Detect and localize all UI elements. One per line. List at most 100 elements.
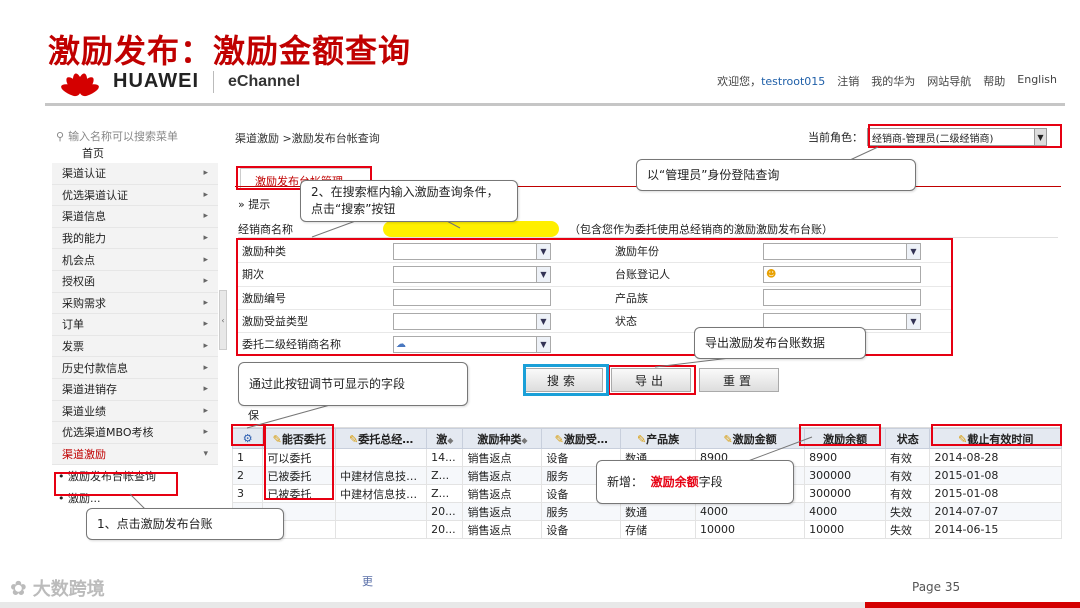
sidebar-item-incentive[interactable]: 渠道激励 ▾: [52, 443, 218, 466]
cell: 服务: [541, 502, 622, 521]
col-header-incentive-type[interactable]: 激励种类◆: [462, 428, 543, 449]
sidebar-item-channel-info[interactable]: 渠道信息 ▸: [52, 206, 218, 228]
cell: 存储: [620, 520, 696, 539]
sidebar-item-purchase[interactable]: 采购需求 ▸: [52, 292, 218, 315]
english-link[interactable]: English: [1017, 73, 1057, 89]
col-header-product-family[interactable]: ✎产品族: [620, 428, 696, 449]
cell: 2014-06-15: [929, 520, 1062, 539]
logout-link[interactable]: 注销: [837, 73, 859, 89]
menu-search-input[interactable]: ⚲ 输入名称可以搜索菜单: [52, 127, 218, 145]
cell: 中建材信息技…: [335, 466, 428, 485]
save-link[interactable]: 保: [248, 407, 259, 423]
cell: 20...: [426, 520, 464, 539]
search-highlight-box: [523, 364, 609, 396]
hint-text: » 提示: [238, 198, 271, 211]
cell: 10000: [804, 520, 887, 539]
chevron-right-icon: ▸: [203, 211, 208, 222]
header-links: 欢迎您，testroot015 注销 我的华为 网站导航 帮助 English: [717, 73, 1057, 89]
expiry-highlight-box: [931, 424, 1062, 446]
cell: 300000: [804, 466, 887, 485]
col-header-incentive-id[interactable]: 激◆: [426, 428, 464, 449]
welcome-text: 欢迎您，: [717, 75, 762, 88]
col-header-beneficiary[interactable]: ✎激励受…: [541, 428, 622, 449]
sidebar-item-opportunity[interactable]: 机会点 ▸: [52, 249, 218, 271]
search-icon: ⚲: [56, 129, 65, 143]
cell: Z...: [426, 484, 464, 503]
col-header-incentive-amount[interactable]: ✎激励金额: [694, 428, 806, 449]
sidebar-item-orders[interactable]: 订单 ▸: [52, 314, 218, 336]
site-nav-link[interactable]: 网站导航: [927, 73, 971, 89]
cell: 销售返点: [462, 520, 543, 539]
huawei-logo: HUAWEI eChannel: [55, 70, 301, 98]
col-header-delegate-dealer[interactable]: ✎委托总经…: [335, 428, 428, 449]
brand-name: HUAWEI: [113, 70, 199, 92]
sidebar-item-my-ability[interactable]: 我的能力 ▸: [52, 227, 218, 250]
cell: 300000: [804, 484, 887, 503]
chevron-right-icon: ▸: [203, 189, 208, 200]
pencil-icon: ✎: [636, 432, 647, 446]
sidebar-item-performance[interactable]: 渠道业绩 ▸: [52, 400, 218, 423]
table-row[interactable]: 20... 销售返点 服务 数通 4000 4000 失效 2014-07-07: [231, 502, 1062, 521]
sidebar-item-channel-cert[interactable]: 渠道认证 ▸: [52, 163, 218, 185]
sidebar-item-authorization[interactable]: 授权函 ▸: [52, 270, 218, 293]
cell: 2015-01-08: [929, 484, 1062, 503]
cell: 中建材信息技…: [335, 484, 428, 503]
pencil-icon: ✎: [348, 432, 359, 446]
breadcrumb: 渠道激励 >激励发布台帐查询: [235, 132, 380, 145]
sidebar-item-home[interactable]: 首页: [52, 145, 218, 163]
callout-new-field: 新增： 激励余额字段: [596, 460, 794, 504]
help-link[interactable]: 帮助: [983, 73, 1005, 89]
role-label: 当前角色：: [808, 131, 863, 144]
cell: 销售返点: [462, 466, 543, 485]
col-header-status[interactable]: 状态: [885, 428, 931, 449]
pencil-icon: ✎: [554, 432, 564, 446]
cell: 失效: [885, 520, 931, 539]
cell: 2: [231, 466, 264, 485]
sort-icon: ◆: [521, 435, 528, 445]
dealer-note: （包含您作为委托使用总经销商的激励激励发布台账）: [569, 222, 833, 236]
chevron-right-icon: ▸: [203, 405, 208, 416]
sidebar-item-payment-history[interactable]: 历史付款信息 ▸: [52, 357, 218, 379]
cell: 10000: [694, 520, 806, 539]
sidebar: ⚲ 输入名称可以搜索菜单 首页 渠道认证 ▸ 优选渠道认证 ▸ 渠道信息 ▸ 我的能力…: [52, 127, 218, 509]
balance-highlight-box: [799, 424, 881, 446]
cell: 设备: [541, 520, 622, 539]
reset-button[interactable]: 重置: [699, 368, 779, 392]
cell: 2014-08-28: [929, 448, 1062, 467]
cell: 有效: [885, 484, 931, 503]
chevron-right-icon: ▸: [203, 297, 208, 308]
cell: [335, 502, 428, 521]
cell: 8900: [804, 448, 887, 467]
my-huawei-link[interactable]: 我的华为: [871, 73, 915, 89]
bottom-accent: [865, 602, 1080, 608]
user-link[interactable]: testroot015: [761, 75, 825, 88]
app-name: eChannel: [228, 72, 301, 90]
sidebar-item-preferred-cert[interactable]: 优选渠道认证 ▸: [52, 184, 218, 207]
sort-icon: ◆: [447, 435, 454, 445]
export-highlight-box: [608, 365, 696, 395]
chevron-right-icon: ▸: [203, 276, 208, 287]
cell: 3: [231, 484, 264, 503]
app-header: HUAWEI eChannel 欢迎您，testroot015 注销 我的华为 …: [45, 66, 1065, 106]
page-number: Page 35: [912, 580, 961, 594]
cell: 有效: [885, 466, 931, 485]
footer-text: 更: [362, 575, 373, 588]
chevron-right-icon: ▸: [203, 254, 208, 265]
ledger-menu-highlight-box: [54, 472, 178, 496]
role-highlight-box: [868, 124, 1062, 148]
cell: 有效: [885, 448, 931, 467]
sidebar-item-invoices[interactable]: 发票 ▸: [52, 335, 218, 358]
cell: 20...: [426, 502, 464, 521]
chevron-right-icon: ▸: [203, 168, 208, 179]
callout-export: 导出激励发布台账数据: [694, 327, 866, 359]
sidebar-item-inventory[interactable]: 渠道进销存 ▸: [52, 378, 218, 401]
sidebar-item-mbo[interactable]: 优选渠道MBO考核 ▸: [52, 422, 218, 444]
chevron-right-icon: ▸: [203, 319, 208, 330]
cell: 14...: [426, 448, 464, 467]
table-row[interactable]: 20... 销售返点 设备 存储 10000 10000 失效 2014-06-15: [231, 520, 1062, 539]
callout-step1: 1、点击激励发布台账: [86, 508, 284, 540]
dealer-row: 经销商名称 （包含您作为委托使用总经销商的激励激励发布台账）: [238, 220, 1058, 238]
brand-mark-icon: ✿: [10, 576, 27, 600]
sidebar-collapse-handle[interactable]: ‹: [219, 290, 227, 350]
cell: 4000: [694, 502, 806, 521]
